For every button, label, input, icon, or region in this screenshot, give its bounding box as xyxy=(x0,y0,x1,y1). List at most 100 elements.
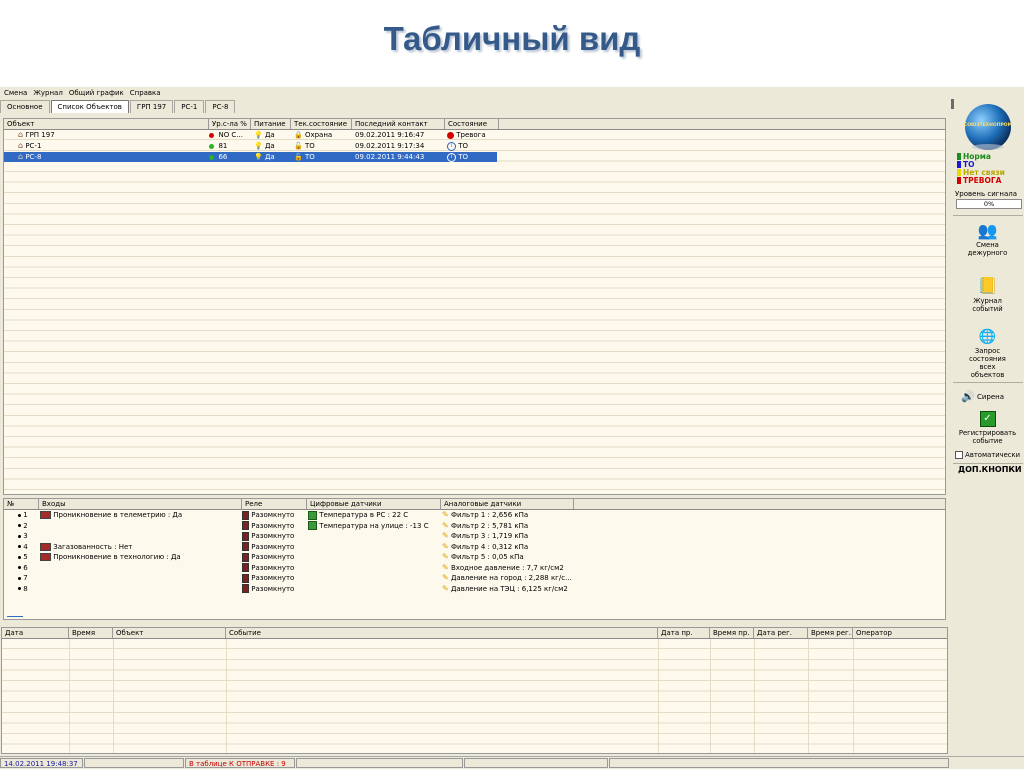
col-event-object[interactable]: Объект xyxy=(113,628,226,638)
io-number: 5 xyxy=(23,553,28,561)
col-number[interactable]: № xyxy=(4,499,39,509)
tab-rs1[interactable]: РС-1 xyxy=(174,100,205,113)
contact-time: 09.02.2011 9:44:43 xyxy=(355,153,425,161)
relay-icon xyxy=(242,531,249,541)
status-dot xyxy=(209,132,214,138)
col-date[interactable]: Дата xyxy=(2,628,69,638)
power-value: Да xyxy=(264,142,275,150)
tab-grp197[interactable]: ГРП 197 xyxy=(129,100,174,113)
relay-icon xyxy=(242,584,249,593)
column-rule xyxy=(226,639,227,753)
col-relay[interactable]: Реле xyxy=(242,499,307,509)
sidebar-separator xyxy=(953,382,1023,383)
table-row[interactable]: 5 Проникновение в технологию : Да Разомк… xyxy=(4,552,945,562)
bullet-icon xyxy=(18,555,21,559)
house-icon: ⌂ xyxy=(18,141,24,150)
col-time-reg[interactable]: Время рег. xyxy=(808,628,853,638)
unlock-icon: 🔓 xyxy=(294,153,303,161)
extra-buttons-title: ДОП.КНОПКИ xyxy=(958,465,1022,474)
menu-chart[interactable]: Общий график xyxy=(69,89,124,97)
info-icon: i xyxy=(447,141,456,151)
io-number: 1 xyxy=(23,511,28,519)
bullet-icon xyxy=(18,524,21,527)
table-row[interactable]: 8 Разомкнуто ✎ Давление на ТЭЦ : 6,125 кг… xyxy=(4,584,945,594)
register-event-button[interactable]: ✓ Регистрировать событие xyxy=(951,411,1024,445)
bullet-icon xyxy=(18,513,21,517)
io-analog: Фильтр 1 : 2,656 кПа xyxy=(450,511,529,519)
io-digital: Температура на улице : -13 С xyxy=(319,521,429,530)
company-logo: СОЮЗТЕХНОПРОМ xyxy=(959,103,1017,151)
column-rule xyxy=(113,639,114,753)
contact-time: 09.02.2011 9:17:34 xyxy=(355,142,425,150)
event-journal-button[interactable]: 📒 Журнал событий xyxy=(951,275,1024,313)
bulb-icon: 💡 xyxy=(254,131,263,139)
table-row[interactable]: ⌂ ГРП 197 NO C... 💡 Да 🔒 Охрана 09.02.20… xyxy=(4,130,945,140)
status-value: ТО xyxy=(458,153,469,161)
col-analog[interactable]: Аналоговые датчики xyxy=(441,499,574,509)
table-row[interactable]: ⌂ РС-1 81 💡 Да 🔓 ТО 09.02.2011 9:17:34 i… xyxy=(4,141,945,151)
io-relay: Разомкнуто xyxy=(251,532,295,540)
tab-main[interactable]: Основное xyxy=(0,100,50,113)
column-rule xyxy=(69,639,70,753)
table-row[interactable]: 1 Проникновение в телеметрию : Да Разомк… xyxy=(4,510,945,520)
table-row[interactable]: 6 Разомкнуто ✎ Входное давление : 7,7 кг/… xyxy=(4,563,945,573)
signal-level: 66 xyxy=(218,153,228,161)
col-operator[interactable]: Оператор xyxy=(853,628,947,638)
menu-shift[interactable]: Смена xyxy=(4,89,27,97)
col-state[interactable]: Тек.состояние xyxy=(291,119,352,129)
events-table: Дата Время Объект Событие Дата пр. Время… xyxy=(1,627,948,754)
siren-label: Сирена xyxy=(976,393,1004,401)
table-row[interactable]: 3 Разомкнуто ✎ Фильтр 3 : 1,719 кПа xyxy=(4,531,945,541)
thermometer-icon xyxy=(308,521,317,530)
gauge-icon: ✎ xyxy=(442,541,449,551)
io-table-header: № Входы Реле Цифровые датчики Аналоговые… xyxy=(4,499,945,510)
sidebar-scrollbar[interactable] xyxy=(951,99,954,109)
io-analog: Давление на город : 2,288 кг/с... xyxy=(450,574,572,582)
unlock-icon: 🔓 xyxy=(294,142,303,150)
menu-help[interactable]: Справка xyxy=(130,89,161,97)
object-name: РС-8 xyxy=(25,153,42,161)
status-empty-panel xyxy=(609,758,949,768)
app-window: Смена Журнал Общий график Справка Основн… xyxy=(0,87,1024,769)
status-value: ТО xyxy=(458,142,469,150)
col-object[interactable]: Объект xyxy=(4,119,209,129)
events-table-header: Дата Время Объект Событие Дата пр. Время… xyxy=(2,628,947,639)
table-row[interactable]: 4 Загазованность : Нет Разомкнуто ✎ Фильт… xyxy=(4,542,945,552)
col-power[interactable]: Питание xyxy=(251,119,291,129)
signal-level: NO C... xyxy=(218,131,243,139)
shift-change-button[interactable]: 👥 Смена дежурного xyxy=(951,221,1024,257)
io-analog: Входное давление : 7,7 кг/см2 xyxy=(450,563,564,572)
tab-object-list[interactable]: Список Объектов xyxy=(50,100,129,113)
house-icon: ⌂ xyxy=(18,152,24,161)
progress-bar xyxy=(464,758,608,768)
tab-bar: Основное Список Объектов ГРП 197 РС-1 РС… xyxy=(0,100,236,113)
col-date-reg[interactable]: Дата рег. xyxy=(754,628,808,638)
col-status[interactable]: Состояние xyxy=(445,119,499,129)
col-time[interactable]: Время xyxy=(69,628,113,638)
signal-level: 81 xyxy=(218,142,228,150)
col-event[interactable]: Событие xyxy=(226,628,658,638)
query-all-button[interactable]: 🌐 Запрос состояния всех объектов xyxy=(951,327,1024,379)
col-time-pr[interactable]: Время пр. xyxy=(710,628,754,638)
col-level[interactable]: Ур.с-ла % xyxy=(209,119,251,129)
col-contact[interactable]: Последний контакт xyxy=(352,119,445,129)
sensor-icon xyxy=(40,511,51,519)
bullet-icon xyxy=(18,545,21,548)
siren-button[interactable]: 🔊 Сирена xyxy=(961,389,1021,405)
gauge-icon: ✎ xyxy=(442,583,449,593)
auto-checkbox[interactable] xyxy=(955,451,963,459)
table-row-selected[interactable]: ⌂ РС-8 66 💡 Да 🔓 ТО 09.02.2011 9:44:43 i… xyxy=(4,152,497,162)
gauge-icon: ✎ xyxy=(442,562,449,572)
io-analog: Фильтр 2 : 5,781 кПа xyxy=(450,521,529,530)
table-row[interactable]: 7 Разомкнуто ✎ Давление на город : 2,288 … xyxy=(4,573,945,583)
col-inputs[interactable]: Входы xyxy=(39,499,242,509)
col-digital[interactable]: Цифровые датчики xyxy=(307,499,441,509)
menu-bar: Смена Журнал Общий график Справка xyxy=(0,87,954,99)
col-date-pr[interactable]: Дата пр. xyxy=(658,628,710,638)
event-journal-label: Журнал событий xyxy=(972,297,1003,313)
table-row[interactable]: 2 Разомкнуто Температура на улице : -13 … xyxy=(4,521,945,531)
tab-rs8[interactable]: РС-8 xyxy=(205,100,236,113)
status-legend: Норма ТО Нет связи ТРЕВОГА xyxy=(955,153,1023,185)
menu-journal[interactable]: Журнал xyxy=(33,89,62,97)
gauge-icon: ✎ xyxy=(442,531,449,540)
